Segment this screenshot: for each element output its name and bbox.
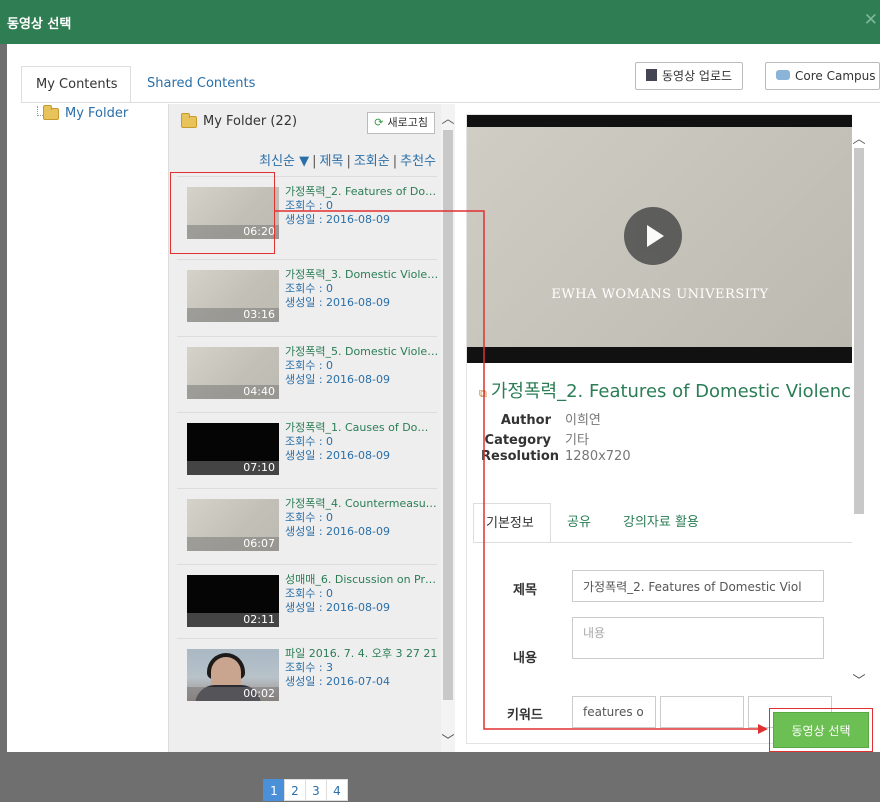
page-2-button[interactable]: 2 (284, 779, 306, 801)
page-3-button[interactable]: 3 (305, 779, 327, 801)
pagination: 1234 (263, 779, 348, 801)
page-4-button[interactable]: 4 (326, 779, 348, 801)
annotation-arrow (275, 210, 768, 734)
page-1-button[interactable]: 1 (263, 779, 285, 801)
